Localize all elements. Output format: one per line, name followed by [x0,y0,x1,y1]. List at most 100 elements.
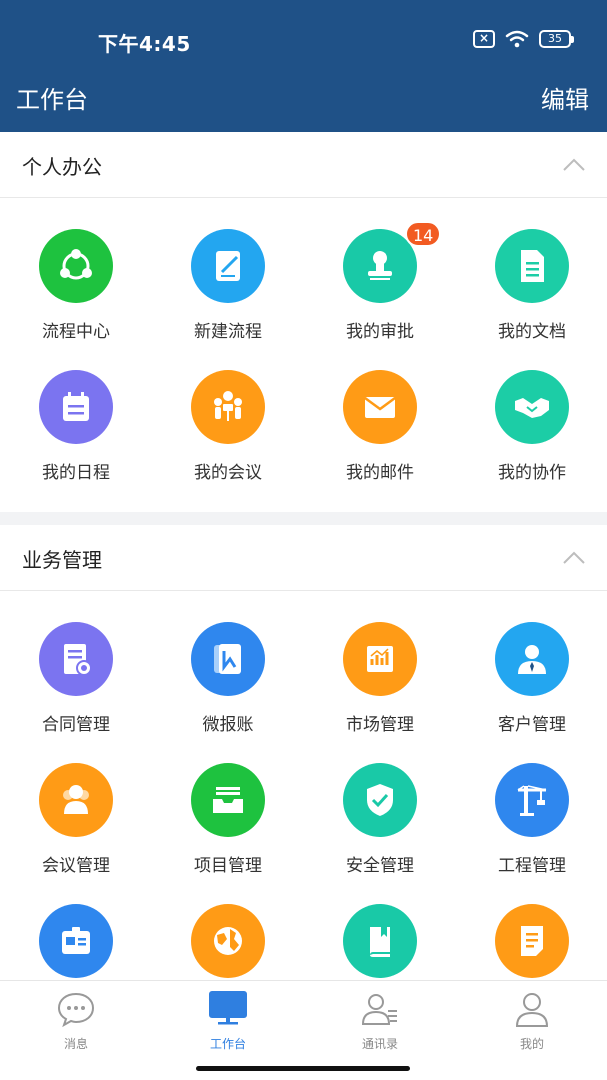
book-icon [370,927,390,957]
top-header: 下午4:45 × 35 工作台 编辑 [0,0,607,132]
app-label: 流程中心 [42,322,110,342]
app-item-my-meetings[interactable]: 我的会议 [152,370,304,512]
tab-label: 我的 [519,1037,544,1051]
market-chart-icon [367,646,393,672]
section-header: 个人办公 [0,132,607,198]
app-icon-circle [495,904,569,978]
edit-button[interactable]: 编辑 [541,80,589,115]
tab-profile[interactable]: 我的 [456,989,607,1059]
app-label: 合同管理 [42,715,110,735]
app-item-my-documents[interactable]: 我的文档 [456,229,607,371]
customer-icon [518,645,546,674]
bottom-tab-bar: 消息 工作台 通讯录 我的 [0,980,607,1080]
crane-icon [517,785,547,816]
shield-check-icon [367,784,393,816]
app-icon-circle [495,370,569,444]
app-item-my-mail[interactable]: 我的邮件 [304,370,456,512]
app-icon-circle [343,904,417,978]
app-label: 我的会议 [194,463,262,483]
share-nodes-icon [60,249,92,280]
app-icon-circle [495,229,569,303]
app-label: 项目管理 [194,856,262,876]
tray-icon [213,787,243,813]
app-icon-circle [39,370,113,444]
section-personal-office: 个人办公 流程中心 新建流程 14 我的审批 我的文档 我的日程 我的会议 我的… [0,132,607,512]
tab-contacts[interactable]: 通讯录 [304,989,456,1059]
app-icon-circle [343,622,417,696]
mail-icon [364,396,396,418]
section-business-management: 业务管理 合同管理 微报账 市场管理 客户管理 会议管理 项目管理 安全管理 工… [0,525,607,980]
app-item-my-approval[interactable]: 14 我的审批 [304,221,456,371]
app-item-project-management[interactable]: 项目管理 [152,763,304,905]
tab-workbench[interactable]: 工作台 [152,989,304,1059]
app-icon-circle [39,229,113,303]
no-sim-icon: × [473,30,495,48]
document-icon [521,250,544,282]
app-item-market-management[interactable]: 市场管理 [304,622,456,764]
app-label: 我的文档 [498,322,566,342]
battery-icon: 35 [539,30,574,48]
profile-icon [515,993,549,1027]
id-card-icon [62,927,90,954]
app-icon-circle [39,904,113,978]
app-label: 我的协作 [498,463,566,483]
app-item-expense[interactable]: 微报账 [152,622,304,764]
badge-count: 14 [405,221,442,247]
app-item-customer-management[interactable]: 客户管理 [456,622,607,764]
app-item-engineering-management[interactable]: 工程管理 [456,763,607,905]
app-item-contract-management[interactable]: 合同管理 [0,622,152,764]
globe-icon [214,927,242,955]
app-label: 新建流程 [194,322,262,342]
page-title: 工作台 [16,86,88,114]
wifi-icon [505,30,529,48]
app-icon-circle [191,370,265,444]
chevron-up-icon[interactable] [561,152,587,178]
app-icon-circle [495,763,569,837]
app-label: 市场管理 [346,715,414,735]
app-icon-circle [191,904,265,978]
meeting-icon [214,391,242,421]
app-label: 微报账 [202,715,254,735]
tab-label: 消息 [63,1037,88,1051]
status-time: 下午4:45 [98,32,191,56]
stamp-icon [368,251,392,280]
app-icon-circle [495,622,569,696]
app-label: 我的日程 [42,463,110,483]
app-icon-circle [191,229,265,303]
section-header: 业务管理 [0,525,607,591]
tab-messages[interactable]: 消息 [0,989,152,1059]
people-icon [63,785,89,814]
tab-label: 通讯录 [361,1037,398,1051]
contacts-icon [361,994,397,1025]
status-icons: × 35 [473,30,574,48]
section-title: 个人办公 [22,155,102,179]
monitor-icon [209,991,247,1025]
app-icon-circle [39,763,113,837]
app-item-process-center[interactable]: 流程中心 [0,229,152,371]
app-item-my-schedule[interactable]: 我的日程 [0,370,152,512]
app-label: 客户管理 [498,715,566,735]
chevron-up-icon[interactable] [561,545,587,571]
edit-document-icon [216,251,240,281]
app-label: 会议管理 [42,856,110,876]
section-title: 业务管理 [22,548,102,572]
home-indicator [196,1066,410,1071]
contract-icon [64,644,92,676]
app-icon-circle [39,622,113,696]
app-icon-circle [343,763,417,837]
expense-icon [214,644,241,674]
notes-icon [521,926,543,956]
app-item-meeting-management[interactable]: 会议管理 [0,763,152,905]
app-icon-circle [191,622,265,696]
app-label: 安全管理 [346,856,414,876]
app-item-my-collaboration[interactable]: 我的协作 [456,370,607,512]
app-icon-circle [191,763,265,837]
chat-bubble-icon [57,992,95,1028]
app-label: 我的审批 [346,322,414,342]
app-label: 我的邮件 [346,463,414,483]
app-item-safety-management[interactable]: 安全管理 [304,763,456,905]
handshake-icon [515,398,549,418]
app-item-new-process[interactable]: 新建流程 [152,229,304,371]
calendar-icon [63,392,89,421]
tab-label: 工作台 [209,1037,246,1051]
